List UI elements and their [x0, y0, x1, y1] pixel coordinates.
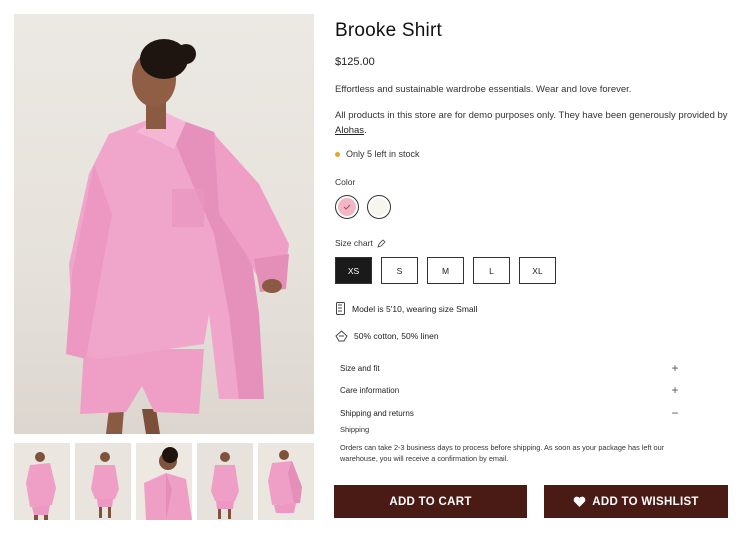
size-s-button[interactable]: S	[381, 257, 418, 284]
stock-text: Only 5 left in stock	[346, 149, 420, 159]
minus-icon: −	[671, 406, 679, 420]
size-l-button[interactable]: L	[473, 257, 510, 284]
check-icon	[338, 198, 356, 216]
model-text: Model is 5'10, wearing size Small	[352, 303, 478, 314]
size-chart-label: Size chart	[335, 238, 373, 248]
thumbnail-1[interactable]	[14, 443, 70, 520]
heart-icon	[573, 496, 586, 507]
add-to-cart-label: ADD TO CART	[389, 495, 472, 508]
main-product-image[interactable]	[14, 14, 314, 434]
thumbnail-5[interactable]	[258, 443, 314, 520]
accordion-label: Care information	[340, 385, 400, 395]
color-swatch-pink[interactable]	[335, 195, 359, 219]
material-text: 50% cotton, 50% linen	[354, 331, 439, 341]
size-chart-link[interactable]: Size chart	[335, 238, 386, 248]
demo-note-suffix: .	[364, 125, 367, 136]
model-info: Model is 5'10, wearing size Small	[335, 302, 477, 315]
color-label: Color	[335, 177, 356, 187]
add-to-wishlist-label: ADD TO WISHLIST	[592, 495, 699, 508]
material-info: 50% cotton, 50% linen	[335, 330, 439, 342]
product-price: $125.00	[335, 56, 375, 68]
thumbnail-strip	[14, 443, 314, 520]
thumbnail-3[interactable]	[136, 443, 192, 520]
thumbnail-2[interactable]	[75, 443, 131, 520]
size-m-button[interactable]: M	[427, 257, 464, 284]
stock-dot-icon	[335, 151, 340, 157]
plus-icon: +	[671, 361, 679, 375]
fabric-icon	[335, 330, 348, 342]
size-xl-button[interactable]: XL	[519, 257, 556, 284]
plus-icon: +	[671, 383, 679, 397]
accordion-size-and-fit[interactable]: Size and fit +	[340, 361, 680, 375]
add-to-wishlist-button[interactable]: ADD TO WISHLIST	[544, 485, 728, 518]
stock-status: Only 5 left in stock	[335, 149, 420, 159]
alohas-link[interactable]: Alohas	[335, 125, 364, 136]
thumbnail-4[interactable]	[197, 443, 253, 520]
accordion-body: Orders can take 2-3 business days to pro…	[340, 443, 665, 463]
swatch-fill	[370, 198, 388, 216]
color-swatch-white[interactable]	[367, 195, 391, 219]
accordion-shipping-and-returns[interactable]: Shipping and returns −	[340, 406, 680, 420]
product-title: Brooke Shirt	[335, 20, 442, 41]
size-xs-button[interactable]: XS	[335, 257, 372, 284]
demo-note-text: All products in this store are for demo …	[335, 110, 728, 121]
accordion-label: Size and fit	[340, 363, 380, 373]
accordion-subtitle: Shipping	[340, 425, 370, 434]
product-description: Effortless and sustainable wardrobe esse…	[335, 84, 632, 95]
demo-note: All products in this store are for demo …	[335, 108, 735, 138]
add-to-cart-button[interactable]: ADD TO CART	[334, 485, 527, 518]
pencil-icon	[377, 238, 386, 248]
ruler-icon	[336, 302, 345, 315]
accordion-care-information[interactable]: Care information +	[340, 383, 680, 397]
accordion-label: Shipping and returns	[340, 408, 414, 418]
